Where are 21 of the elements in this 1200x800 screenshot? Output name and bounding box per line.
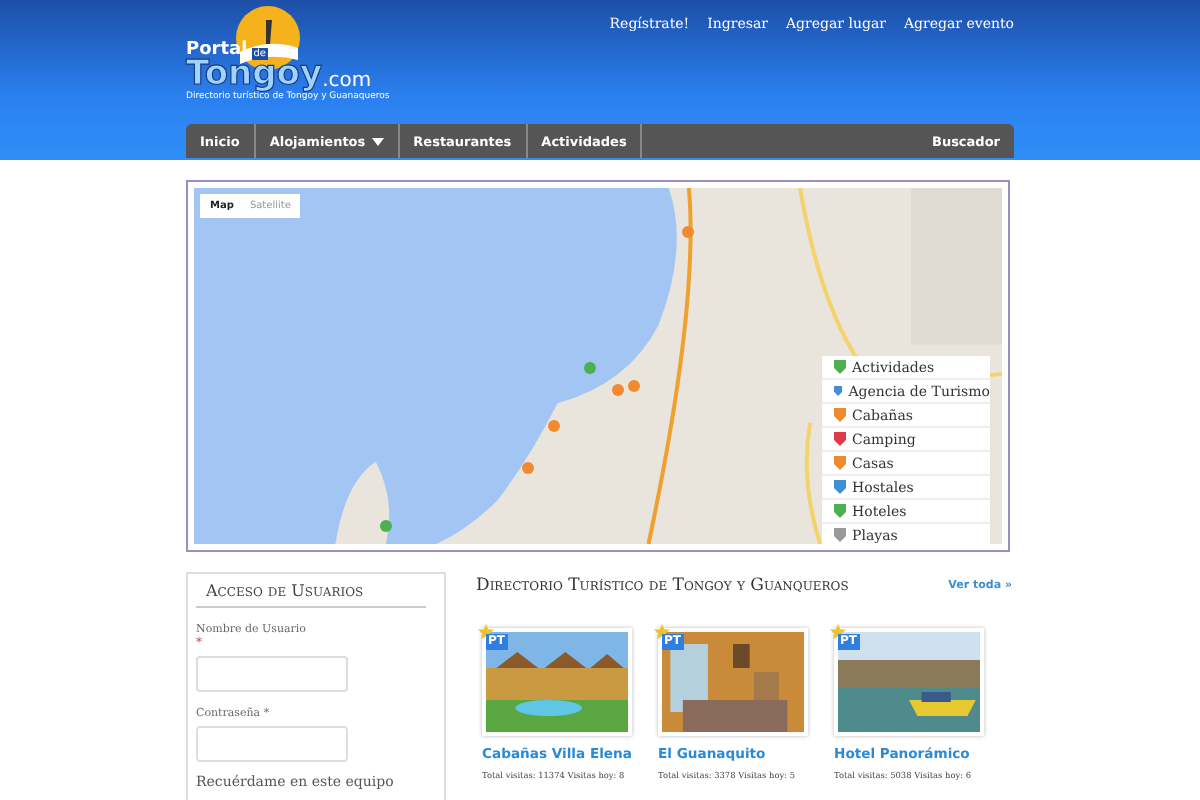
logo-text: Tongoy — [186, 56, 323, 92]
marker-icon — [834, 480, 846, 494]
marker-icon — [834, 384, 843, 398]
username-field[interactable] — [196, 656, 348, 692]
map-marker-icon[interactable] — [612, 383, 625, 396]
marker-icon — [834, 504, 846, 518]
map-marker-icon[interactable] — [628, 379, 641, 392]
marker-icon — [834, 528, 846, 542]
marker-icon — [834, 360, 846, 374]
marker-icon — [834, 432, 846, 446]
map-marker-icon[interactable] — [521, 461, 534, 474]
section-title: Directorio Turístico de Tongoy y Guanqueros — [476, 576, 849, 596]
map-marker-icon[interactable] — [682, 225, 695, 238]
logo-text: .com — [322, 70, 372, 92]
map-marker-icon[interactable] — [547, 420, 560, 433]
marker-icon — [834, 456, 846, 470]
map-marker-icon[interactable] — [583, 361, 596, 374]
password-field[interactable] — [196, 726, 348, 762]
map-marker-icon[interactable] — [379, 520, 392, 533]
panel-title: Acceso de Usuarios — [196, 582, 426, 608]
marker-icon — [834, 408, 846, 422]
